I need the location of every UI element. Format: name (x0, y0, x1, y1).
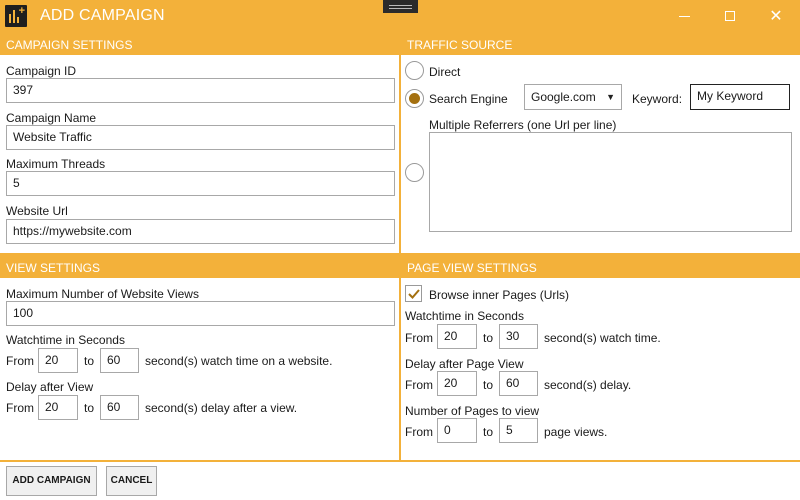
view-settings-panel: VIEW SETTINGS Maximum Number of Website … (0, 259, 399, 460)
search-engine-radio[interactable] (405, 89, 424, 108)
search-engine-value: Google.com (531, 90, 596, 104)
cancel-button[interactable]: CANCEL (106, 466, 157, 496)
title-bar: + ADD CAMPAIGN ✕ (0, 0, 800, 34)
campaign-id-field[interactable]: 397 (6, 78, 395, 103)
referrers-label: Multiple Referrers (one Url per line) (429, 118, 617, 132)
pv-watch-from-label: From (405, 331, 433, 345)
pages-to-field[interactable]: 5 (499, 418, 538, 443)
max-views-field[interactable]: 100 (6, 301, 395, 326)
max-views-label: Maximum Number of Website Views (6, 287, 199, 301)
pv-delay-from-label: From (405, 378, 433, 392)
minimize-icon (679, 16, 690, 17)
delay-label: Delay after View (6, 380, 94, 394)
pv-delay-label: Delay after Page View (405, 357, 524, 371)
minimize-button[interactable] (662, 0, 708, 32)
traffic-source-panel: TRAFFIC SOURCE Direct Search Engine Goog… (401, 36, 800, 253)
traffic-source-header: TRAFFIC SOURCE (401, 36, 800, 55)
referrers-textarea[interactable] (429, 132, 792, 232)
campaign-name-label: Campaign Name (6, 111, 97, 125)
pages-suffix-label: page views. (544, 425, 608, 439)
pv-delay-suffix-label: second(s) delay. (544, 378, 632, 392)
close-icon: ✕ (769, 6, 783, 25)
website-url-label: Website Url (6, 204, 68, 218)
watch-to-field[interactable]: 60 (100, 348, 139, 373)
pages-from-field[interactable]: 0 (437, 418, 477, 443)
campaign-settings-panel: CAMPAIGN SETTINGS Campaign ID 397 Campai… (0, 36, 399, 253)
checkmark-icon (408, 289, 420, 299)
search-engine-label: Search Engine (429, 92, 508, 106)
pages-label: Number of Pages to view (405, 404, 540, 418)
watch-from-label: From (6, 354, 34, 368)
watch-to-label: to (84, 354, 95, 368)
pages-from-label: From (405, 425, 433, 439)
pv-delay-from-field[interactable]: 20 (437, 371, 477, 396)
close-button[interactable]: ✕ (753, 0, 799, 32)
pv-delay-to-field[interactable]: 60 (499, 371, 538, 396)
website-url-field[interactable]: https://mywebsite.com (6, 219, 395, 244)
delay-suffix-label: second(s) delay after a view. (145, 401, 298, 415)
direct-label: Direct (429, 65, 461, 79)
watch-suffix-label: second(s) watch time on a website. (145, 354, 333, 368)
page-view-settings-header: PAGE VIEW SETTINGS (401, 259, 800, 278)
watchtime-label: Watchtime in Seconds (6, 333, 125, 347)
pv-watch-suffix-label: second(s) watch time. (544, 331, 661, 345)
browse-inner-label: Browse inner Pages (Urls) (429, 288, 570, 302)
watch-from-field[interactable]: 20 (38, 348, 78, 373)
page-view-settings-panel: PAGE VIEW SETTINGS Browse inner Pages (U… (401, 259, 800, 460)
search-engine-dropdown[interactable]: Google.com ▼ (524, 84, 622, 110)
view-settings-header: VIEW SETTINGS (0, 259, 399, 278)
pv-watchtime-label: Watchtime in Seconds (405, 309, 524, 323)
max-threads-label: Maximum Threads (6, 157, 106, 171)
delay-from-field[interactable]: 20 (38, 395, 78, 420)
max-threads-field[interactable]: 5 (6, 171, 395, 196)
add-campaign-button[interactable]: ADD CAMPAIGN (6, 466, 97, 496)
maximize-button[interactable] (707, 0, 753, 32)
keyword-label: Keyword: (632, 92, 683, 106)
campaign-name-field[interactable]: Website Traffic (6, 125, 395, 150)
pages-to-label: to (483, 425, 494, 439)
window-title: ADD CAMPAIGN (40, 7, 165, 24)
drag-grip-handle[interactable] (383, 0, 418, 13)
footer-bar: ADD CAMPAIGN CANCEL (0, 462, 800, 500)
delay-to-label: to (84, 401, 95, 415)
direct-radio[interactable] (405, 61, 424, 80)
referrers-radio[interactable] (405, 163, 424, 182)
pv-watch-from-field[interactable]: 20 (437, 324, 477, 349)
campaign-id-label: Campaign ID (6, 64, 77, 78)
keyword-field[interactable]: My Keyword (690, 84, 790, 110)
maximize-icon (725, 11, 735, 21)
dropdown-arrow-icon: ▼ (606, 92, 615, 102)
delay-from-label: From (6, 401, 34, 415)
app-logo-icon: + (5, 5, 27, 27)
pv-watch-to-field[interactable]: 30 (499, 324, 538, 349)
browse-inner-checkbox[interactable] (405, 285, 422, 302)
delay-to-field[interactable]: 60 (100, 395, 139, 420)
pv-watch-to-label: to (483, 331, 494, 345)
campaign-settings-header: CAMPAIGN SETTINGS (0, 36, 399, 55)
pv-delay-to-label: to (483, 378, 494, 392)
